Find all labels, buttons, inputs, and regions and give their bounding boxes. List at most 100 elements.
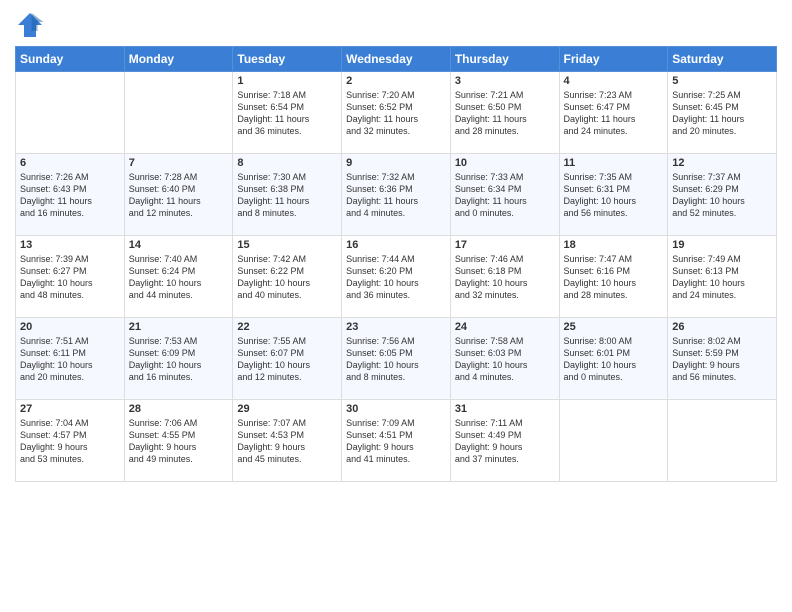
day-info: Sunrise: 7:53 AM Sunset: 6:09 PM Dayligh… xyxy=(129,335,229,384)
day-number: 3 xyxy=(455,75,555,87)
logo-icon xyxy=(15,10,45,40)
day-number: 7 xyxy=(129,157,229,169)
calendar-cell: 19 Sunrise: 7:49 AM Sunset: 6:13 PM Dayli… xyxy=(668,236,777,318)
calendar-cell: 1 Sunrise: 7:18 AM Sunset: 6:54 PM Daylig… xyxy=(233,72,342,154)
day-number: 11 xyxy=(564,157,664,169)
day-info: Sunrise: 7:04 AM Sunset: 4:57 PM Dayligh… xyxy=(20,417,120,466)
calendar-cell: 18 Sunrise: 7:47 AM Sunset: 6:16 PM Dayli… xyxy=(559,236,668,318)
calendar-cell: 14 Sunrise: 7:40 AM Sunset: 6:24 PM Dayli… xyxy=(124,236,233,318)
day-number: 5 xyxy=(672,75,772,87)
day-number: 14 xyxy=(129,239,229,251)
day-number: 28 xyxy=(129,403,229,415)
calendar-week-row: 6 Sunrise: 7:26 AM Sunset: 6:43 PM Daylig… xyxy=(16,154,777,236)
day-number: 17 xyxy=(455,239,555,251)
day-info: Sunrise: 7:49 AM Sunset: 6:13 PM Dayligh… xyxy=(672,253,772,302)
day-number: 22 xyxy=(237,321,337,333)
day-info: Sunrise: 7:25 AM Sunset: 6:45 PM Dayligh… xyxy=(672,89,772,138)
day-info: Sunrise: 7:51 AM Sunset: 6:11 PM Dayligh… xyxy=(20,335,120,384)
calendar-cell: 22 Sunrise: 7:55 AM Sunset: 6:07 PM Dayli… xyxy=(233,318,342,400)
calendar-week-row: 20Sunrise: 7:51 AM Sunset: 6:11 PM Dayli… xyxy=(16,318,777,400)
weekday-header-sunday: Sunday xyxy=(16,47,125,72)
day-number: 27 xyxy=(20,403,120,415)
calendar-cell: 25 Sunrise: 8:00 AM Sunset: 6:01 PM Dayli… xyxy=(559,318,668,400)
calendar-week-row: 13 Sunrise: 7:39 AM Sunset: 6:27 PM Dayli… xyxy=(16,236,777,318)
day-info: Sunrise: 7:23 AM Sunset: 6:47 PM Dayligh… xyxy=(564,89,664,138)
day-number: 29 xyxy=(237,403,337,415)
day-info: Sunrise: 7:47 AM Sunset: 6:16 PM Dayligh… xyxy=(564,253,664,302)
calendar-cell: 31Sunrise: 7:11 AM Sunset: 4:49 PM Dayli… xyxy=(450,400,559,482)
day-info: Sunrise: 7:56 AM Sunset: 6:05 PM Dayligh… xyxy=(346,335,446,384)
calendar-cell: 13 Sunrise: 7:39 AM Sunset: 6:27 PM Dayli… xyxy=(16,236,125,318)
day-info: Sunrise: 7:28 AM Sunset: 6:40 PM Dayligh… xyxy=(129,171,229,220)
day-number: 18 xyxy=(564,239,664,251)
calendar-cell: 29 Sunrise: 7:07 AM Sunset: 4:53 PM Dayli… xyxy=(233,400,342,482)
calendar-cell xyxy=(124,72,233,154)
day-number: 6 xyxy=(20,157,120,169)
calendar-cell: 30 Sunrise: 7:09 AM Sunset: 4:51 PM Dayli… xyxy=(342,400,451,482)
calendar-week-row: 27 Sunrise: 7:04 AM Sunset: 4:57 PM Dayli… xyxy=(16,400,777,482)
weekday-header-thursday: Thursday xyxy=(450,47,559,72)
day-info: Sunrise: 7:55 AM Sunset: 6:07 PM Dayligh… xyxy=(237,335,337,384)
day-info: Sunrise: 7:09 AM Sunset: 4:51 PM Dayligh… xyxy=(346,417,446,466)
calendar-cell: 17 Sunrise: 7:46 AM Sunset: 6:18 PM Dayli… xyxy=(450,236,559,318)
calendar-table: SundayMondayTuesdayWednesdayThursdayFrid… xyxy=(15,46,777,482)
day-info: Sunrise: 7:26 AM Sunset: 6:43 PM Dayligh… xyxy=(20,171,120,220)
calendar-cell: 11 Sunrise: 7:35 AM Sunset: 6:31 PM Dayli… xyxy=(559,154,668,236)
weekday-header-tuesday: Tuesday xyxy=(233,47,342,72)
weekday-header-wednesday: Wednesday xyxy=(342,47,451,72)
calendar-cell: 2 Sunrise: 7:20 AM Sunset: 6:52 PM Daylig… xyxy=(342,72,451,154)
calendar-cell xyxy=(668,400,777,482)
calendar-cell xyxy=(16,72,125,154)
calendar-cell: 20Sunrise: 7:51 AM Sunset: 6:11 PM Dayli… xyxy=(16,318,125,400)
calendar-cell: 8Sunrise: 7:30 AM Sunset: 6:38 PM Daylig… xyxy=(233,154,342,236)
calendar-cell: 15Sunrise: 7:42 AM Sunset: 6:22 PM Dayli… xyxy=(233,236,342,318)
day-info: Sunrise: 7:39 AM Sunset: 6:27 PM Dayligh… xyxy=(20,253,120,302)
calendar-cell: 21 Sunrise: 7:53 AM Sunset: 6:09 PM Dayli… xyxy=(124,318,233,400)
day-info: Sunrise: 7:21 AM Sunset: 6:50 PM Dayligh… xyxy=(455,89,555,138)
day-info: Sunrise: 7:58 AM Sunset: 6:03 PM Dayligh… xyxy=(455,335,555,384)
calendar-cell: 6 Sunrise: 7:26 AM Sunset: 6:43 PM Daylig… xyxy=(16,154,125,236)
day-number: 12 xyxy=(672,157,772,169)
day-info: Sunrise: 7:40 AM Sunset: 6:24 PM Dayligh… xyxy=(129,253,229,302)
day-info: Sunrise: 7:20 AM Sunset: 6:52 PM Dayligh… xyxy=(346,89,446,138)
day-info: Sunrise: 7:07 AM Sunset: 4:53 PM Dayligh… xyxy=(237,417,337,466)
calendar-cell: 9Sunrise: 7:32 AM Sunset: 6:36 PM Daylig… xyxy=(342,154,451,236)
weekday-header-saturday: Saturday xyxy=(668,47,777,72)
calendar-cell: 10 Sunrise: 7:33 AM Sunset: 6:34 PM Dayli… xyxy=(450,154,559,236)
day-number: 25 xyxy=(564,321,664,333)
day-number: 2 xyxy=(346,75,446,87)
calendar-cell: 3 Sunrise: 7:21 AM Sunset: 6:50 PM Daylig… xyxy=(450,72,559,154)
day-number: 26 xyxy=(672,321,772,333)
day-number: 13 xyxy=(20,239,120,251)
day-number: 19 xyxy=(672,239,772,251)
day-info: Sunrise: 8:00 AM Sunset: 6:01 PM Dayligh… xyxy=(564,335,664,384)
day-number: 10 xyxy=(455,157,555,169)
day-info: Sunrise: 7:06 AM Sunset: 4:55 PM Dayligh… xyxy=(129,417,229,466)
calendar-cell: 12 Sunrise: 7:37 AM Sunset: 6:29 PM Dayli… xyxy=(668,154,777,236)
day-number: 9 xyxy=(346,157,446,169)
day-info: Sunrise: 7:42 AM Sunset: 6:22 PM Dayligh… xyxy=(237,253,337,302)
day-number: 16 xyxy=(346,239,446,251)
day-info: Sunrise: 7:37 AM Sunset: 6:29 PM Dayligh… xyxy=(672,171,772,220)
day-number: 30 xyxy=(346,403,446,415)
day-info: Sunrise: 7:11 AM Sunset: 4:49 PM Dayligh… xyxy=(455,417,555,466)
calendar-header-row: SundayMondayTuesdayWednesdayThursdayFrid… xyxy=(16,47,777,72)
day-info: Sunrise: 7:18 AM Sunset: 6:54 PM Dayligh… xyxy=(237,89,337,138)
calendar-cell: 24Sunrise: 7:58 AM Sunset: 6:03 PM Dayli… xyxy=(450,318,559,400)
logo xyxy=(15,10,49,40)
calendar-cell: 7 Sunrise: 7:28 AM Sunset: 6:40 PM Daylig… xyxy=(124,154,233,236)
weekday-header-monday: Monday xyxy=(124,47,233,72)
calendar-cell xyxy=(559,400,668,482)
day-number: 1 xyxy=(237,75,337,87)
calendar-cell: 26Sunrise: 8:02 AM Sunset: 5:59 PM Dayli… xyxy=(668,318,777,400)
calendar-cell: 23 Sunrise: 7:56 AM Sunset: 6:05 PM Dayli… xyxy=(342,318,451,400)
day-info: Sunrise: 7:46 AM Sunset: 6:18 PM Dayligh… xyxy=(455,253,555,302)
day-info: Sunrise: 7:30 AM Sunset: 6:38 PM Dayligh… xyxy=(237,171,337,220)
day-info: Sunrise: 7:35 AM Sunset: 6:31 PM Dayligh… xyxy=(564,171,664,220)
day-number: 21 xyxy=(129,321,229,333)
page-header xyxy=(15,10,777,40)
calendar-week-row: 1 Sunrise: 7:18 AM Sunset: 6:54 PM Daylig… xyxy=(16,72,777,154)
day-info: Sunrise: 7:33 AM Sunset: 6:34 PM Dayligh… xyxy=(455,171,555,220)
day-number: 23 xyxy=(346,321,446,333)
weekday-header-friday: Friday xyxy=(559,47,668,72)
